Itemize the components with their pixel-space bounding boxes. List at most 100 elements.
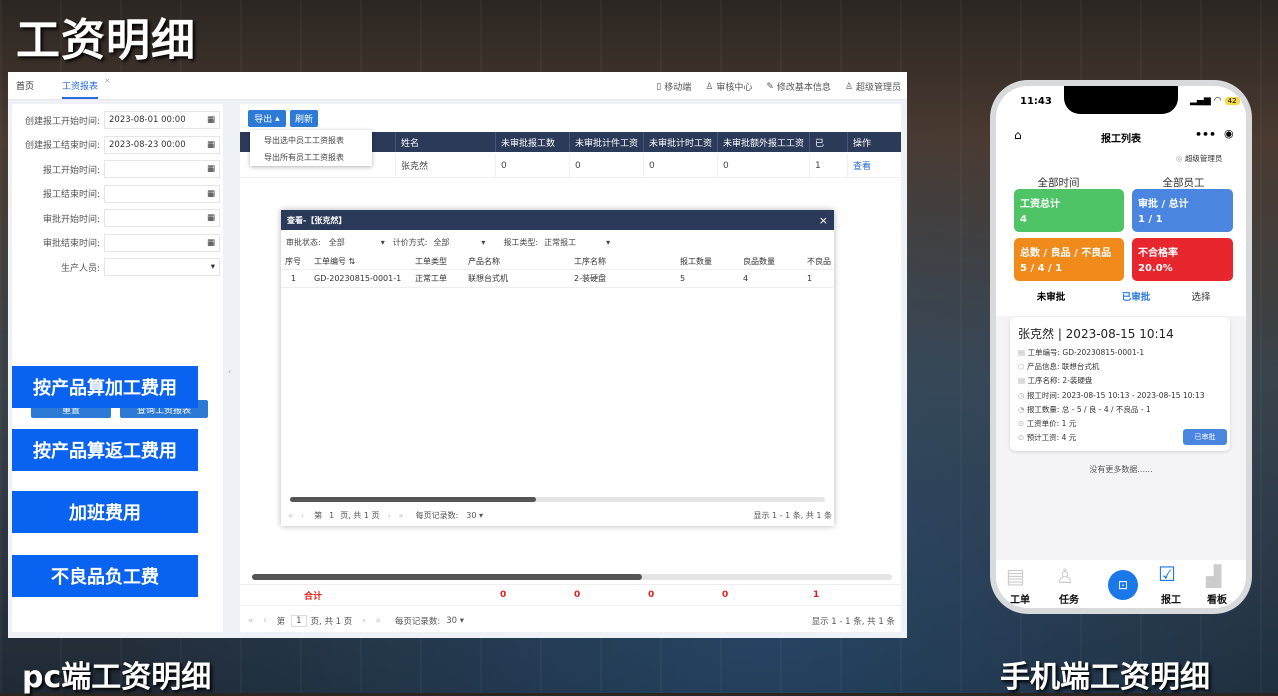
pc-caption: pc端工资明细 bbox=[22, 660, 212, 695]
product-processing-fee-button[interactable]: 按产品算加工费用 bbox=[12, 366, 198, 408]
report-start-input[interactable]: ▦ bbox=[104, 160, 220, 179]
scrollbar-thumb[interactable] bbox=[290, 497, 536, 502]
avatar-icon: ◎ bbox=[1176, 154, 1183, 163]
scrollbar-thumb[interactable] bbox=[252, 574, 642, 580]
modal-table-header: 序号 工单编号 ⇅ 工单类型 产品名称 工序名称 报工数量 良品数量 不良品 bbox=[281, 254, 834, 270]
user-icon: ♙ bbox=[705, 81, 714, 92]
more-icon[interactable]: ••• bbox=[1195, 128, 1216, 141]
horizontal-scrollbar[interactable] bbox=[252, 574, 892, 580]
chevron-down-icon: ▾ bbox=[380, 237, 385, 247]
record-line: ◷ 报工时间: 2023-08-15 10:13 - 2023-08-15 10… bbox=[1018, 390, 1205, 400]
page-size-select[interactable]: 30 ▾ bbox=[446, 616, 464, 626]
filter-row: 创建报工开始时间: 2023-08-01 00:00 ▦ bbox=[12, 108, 223, 133]
collapse-handle[interactable]: ‹ bbox=[228, 367, 231, 376]
nav-dashboard[interactable]: 看板 bbox=[1197, 591, 1237, 606]
top-bar: 首页 工资报表 × ▯ 移动端 ♙ 审核中心 ✎ 修改基本信息 ♙ 超级管理员 bbox=[8, 72, 907, 100]
phone-icon: ▯ bbox=[656, 81, 662, 92]
sortable-col[interactable]: 工单编号 ⇅ bbox=[310, 256, 411, 267]
wifi-icon: ◠ bbox=[1213, 96, 1222, 106]
table-row[interactable]: 1 GD-20230815-0001-1 正常工单 联想台式机 2-装硬盘 5 … bbox=[281, 270, 834, 288]
calendar-icon: ▦ bbox=[206, 115, 215, 126]
calendar-icon: ▦ bbox=[206, 188, 215, 199]
calendar-icon: ▦ bbox=[206, 164, 215, 175]
prev-page-icon[interactable]: ‹ bbox=[301, 511, 304, 520]
prev-page-icon[interactable]: ‹ bbox=[263, 616, 266, 626]
col-approved: 已 bbox=[810, 132, 848, 152]
menu-export-selected[interactable]: 导出选中员工工资报表 bbox=[250, 133, 372, 148]
bottom-nav: ▤ 工单 ♙ 任务 ⊡ ☑ 报工 ▟ 看板 bbox=[996, 560, 1246, 608]
close-icon[interactable]: × bbox=[819, 214, 828, 227]
pricing-select[interactable]: 全部 bbox=[433, 237, 481, 248]
nav-report[interactable]: 报工 bbox=[1151, 591, 1191, 606]
col-pending-piece: 未审批计件工资 bbox=[570, 132, 644, 152]
view-link[interactable]: 查看 bbox=[848, 154, 901, 177]
link-audit[interactable]: ♙ 审核中心 bbox=[705, 80, 752, 94]
select-button[interactable]: 选择 bbox=[1166, 289, 1236, 303]
task-icon: ♙ bbox=[1056, 564, 1074, 588]
battery-icon: 42 bbox=[1224, 97, 1240, 105]
link-mobile[interactable]: ▯ 移动端 bbox=[656, 80, 691, 94]
avatar-icon: ♙ bbox=[844, 81, 853, 92]
last-page-icon[interactable]: » bbox=[376, 616, 381, 626]
page-input[interactable]: 1 bbox=[329, 511, 334, 520]
col-pending-extra: 未审批额外报工工资 bbox=[718, 132, 810, 152]
approve-start-input[interactable]: ▦ bbox=[104, 209, 220, 228]
record-card[interactable]: 张克然 | 2023-08-15 10:14 ▤ 工单编号: GD-202308… bbox=[1010, 317, 1230, 451]
filter-row: 生产人员: ▾ bbox=[12, 255, 223, 280]
first-page-icon[interactable]: « bbox=[248, 616, 253, 626]
link-edit-info[interactable]: ✎ 修改基本信息 bbox=[766, 80, 831, 94]
chevron-down-icon: ▾ bbox=[606, 237, 611, 247]
close-tab-icon[interactable]: × bbox=[104, 76, 111, 85]
defect-negative-pay-button[interactable]: 不良品负工费 bbox=[12, 555, 198, 597]
staff-select[interactable]: ▾ bbox=[104, 258, 220, 277]
nav-workorder[interactable]: 工单 bbox=[1000, 591, 1040, 606]
page-size-select[interactable]: 30 ▾ bbox=[466, 511, 483, 520]
record-line: ▤ 工单编号: GD-20230815-0001-1 bbox=[1018, 348, 1145, 357]
edit-icon: ✎ bbox=[766, 81, 774, 92]
filter-row: 审批开始时间: ▦ bbox=[12, 206, 223, 231]
last-page-icon[interactable]: » bbox=[399, 511, 404, 520]
created-end-input[interactable]: 2023-08-23 00:00 ▦ bbox=[104, 135, 220, 154]
next-page-icon[interactable]: › bbox=[362, 616, 365, 626]
first-page-icon[interactable]: « bbox=[288, 511, 293, 520]
time-filter[interactable]: 全部时间 bbox=[996, 175, 1121, 190]
export-button[interactable]: 导出 ▴ bbox=[248, 110, 286, 127]
report-end-input[interactable]: ▦ bbox=[104, 184, 220, 203]
tab-approved[interactable]: 已审批 bbox=[1106, 289, 1166, 303]
phone-screen: 11:43 ▂▄▆ ◠ 42 ⌂ 报工列表 ••• ◉ ◎ 超级管理员 全部时间 … bbox=[996, 86, 1246, 608]
approval-status-select[interactable]: 全部 bbox=[329, 237, 381, 248]
modal-title: 查看-【张克然】 bbox=[287, 215, 347, 225]
modal-scrollbar[interactable] bbox=[290, 497, 825, 502]
page-input[interactable]: 1 bbox=[291, 615, 307, 627]
approve-end-input[interactable]: ▦ bbox=[104, 233, 220, 252]
nav-task[interactable]: 任务 bbox=[1049, 591, 1089, 606]
overtime-fee-button[interactable]: 加班费用 bbox=[12, 491, 198, 533]
scan-icon: ⊡ bbox=[1117, 578, 1129, 592]
report-icon: ☑ bbox=[1158, 562, 1176, 586]
total-row: 合计 0 0 0 0 1 bbox=[240, 584, 901, 606]
modal-header: 查看-【张克然】 × bbox=[281, 210, 834, 230]
page-title: 工资明细 bbox=[16, 15, 196, 66]
refresh-button[interactable]: 刷新 bbox=[290, 110, 318, 127]
menu-export-all[interactable]: 导出所有员工工资报表 bbox=[250, 148, 372, 167]
record-line: ◔ 报工数量: 总 - 5 / 良 - 4 / 不良品 - 1 bbox=[1018, 404, 1151, 414]
report-type-select[interactable]: 正常报工 bbox=[544, 237, 606, 248]
next-page-icon[interactable]: › bbox=[387, 511, 390, 520]
tab-salary-report[interactable]: 工资报表 bbox=[62, 79, 99, 99]
card-approval: 审批 / 总计 1 / 1 bbox=[1132, 189, 1233, 232]
tab-pending[interactable]: 未审批 bbox=[996, 289, 1106, 303]
modal-filters: 审批状态: 全部 ▾ 计价方式: 全部 ▾ 报工类型: 正常报工 ▾ bbox=[286, 237, 611, 248]
card-quantity: 总数 / 良品 / 不良品 5 / 4 / 1 bbox=[1014, 238, 1124, 281]
product-rework-fee-button[interactable]: 按产品算返工费用 bbox=[12, 429, 198, 471]
col-action: 操作 bbox=[853, 138, 872, 149]
created-start-input[interactable]: 2023-08-01 00:00 ▦ bbox=[104, 111, 220, 130]
mobile-caption: 手机端工资明细 bbox=[1000, 660, 1210, 695]
tab-home[interactable]: 首页 bbox=[16, 79, 34, 92]
filter-row: 报工结束时间: ▦ bbox=[12, 182, 223, 207]
workorder-icon: ▤ bbox=[1006, 564, 1025, 588]
scan-button[interactable]: ⊡ bbox=[1108, 570, 1138, 600]
target-icon[interactable]: ◉ bbox=[1224, 127, 1234, 140]
staff-filter[interactable]: 全部员工 bbox=[1121, 175, 1246, 190]
signal-icon: ▂▄▆ bbox=[1190, 96, 1211, 106]
link-admin[interactable]: ♙ 超级管理员 bbox=[844, 80, 901, 94]
